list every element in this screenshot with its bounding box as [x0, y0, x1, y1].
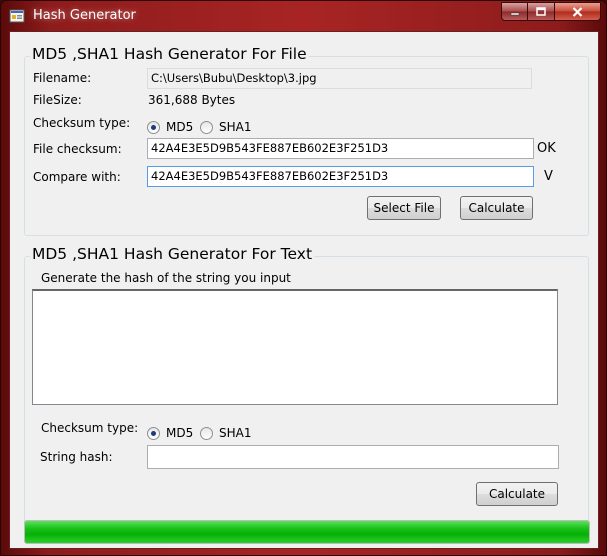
string-hash-field[interactable]: [147, 445, 559, 469]
progress-bar: [24, 520, 590, 544]
text-radio-sha1-label: SHA1: [219, 426, 252, 440]
select-file-button[interactable]: Select File: [367, 196, 441, 220]
window-controls: [501, 2, 601, 21]
text-input-area[interactable]: [32, 289, 558, 405]
maximize-icon: [536, 7, 546, 16]
file-group-title: MD5 ,SHA1 Hash Generator For File: [30, 45, 309, 63]
file-radio-sha1[interactable]: SHA1: [200, 120, 251, 134]
close-button[interactable]: [555, 2, 601, 21]
radio-sha1-icon: [200, 120, 213, 134]
minimize-icon: [510, 12, 519, 15]
text-instruction: Generate the hash of the string you inpu…: [41, 271, 291, 285]
window-title: Hash Generator: [33, 8, 136, 23]
radio-md5-icon: [147, 120, 160, 134]
string-hash-label: String hash:: [40, 450, 113, 464]
text-radio-md5-label: MD5: [166, 426, 194, 440]
radio-md5-icon: [147, 426, 160, 440]
filename-field[interactable]: C:\Users\Bubu\Desktop\3.jpg: [147, 68, 532, 89]
app-window: Hash Generator MD5 ,SHA1 Hash Generator …: [0, 0, 607, 556]
file-checksum-status: OK: [537, 141, 556, 156]
text-radio-sha1[interactable]: SHA1: [200, 426, 251, 440]
file-radio-md5[interactable]: MD5: [147, 120, 193, 134]
title-bar[interactable]: Hash Generator: [1, 1, 606, 31]
minimize-button[interactable]: [501, 2, 528, 21]
app-icon: [9, 9, 25, 23]
compare-label: Compare with:: [33, 170, 121, 184]
file-calculate-button[interactable]: Calculate: [460, 196, 533, 220]
compare-field[interactable]: 42A4E3E5D9B543FE887EB602E3F251D3: [147, 166, 534, 187]
close-icon: [572, 6, 583, 17]
text-checksum-type-label: Checksum type:: [41, 421, 139, 435]
compare-status: V: [544, 169, 553, 184]
radio-sha1-icon: [200, 426, 213, 440]
checksum-type-label: Checksum type:: [33, 116, 131, 130]
filesize-value: 361,688 Bytes: [148, 93, 236, 107]
file-checksum-field[interactable]: 42A4E3E5D9B543FE887EB602E3F251D3: [147, 138, 534, 159]
filesize-label: FileSize:: [33, 93, 82, 107]
text-group-title: MD5 ,SHA1 Hash Generator For Text: [30, 245, 315, 263]
file-radio-md5-label: MD5: [166, 120, 194, 134]
maximize-button[interactable]: [528, 2, 555, 21]
progress-fill: [25, 521, 589, 543]
text-radio-md5[interactable]: MD5: [147, 426, 193, 440]
client-area: MD5 ,SHA1 Hash Generator For File Filena…: [9, 31, 599, 549]
file-radio-sha1-label: SHA1: [219, 120, 252, 134]
text-calculate-button[interactable]: Calculate: [476, 482, 558, 506]
file-checksum-label: File checksum:: [33, 142, 122, 156]
filename-label: Filename:: [33, 71, 92, 85]
